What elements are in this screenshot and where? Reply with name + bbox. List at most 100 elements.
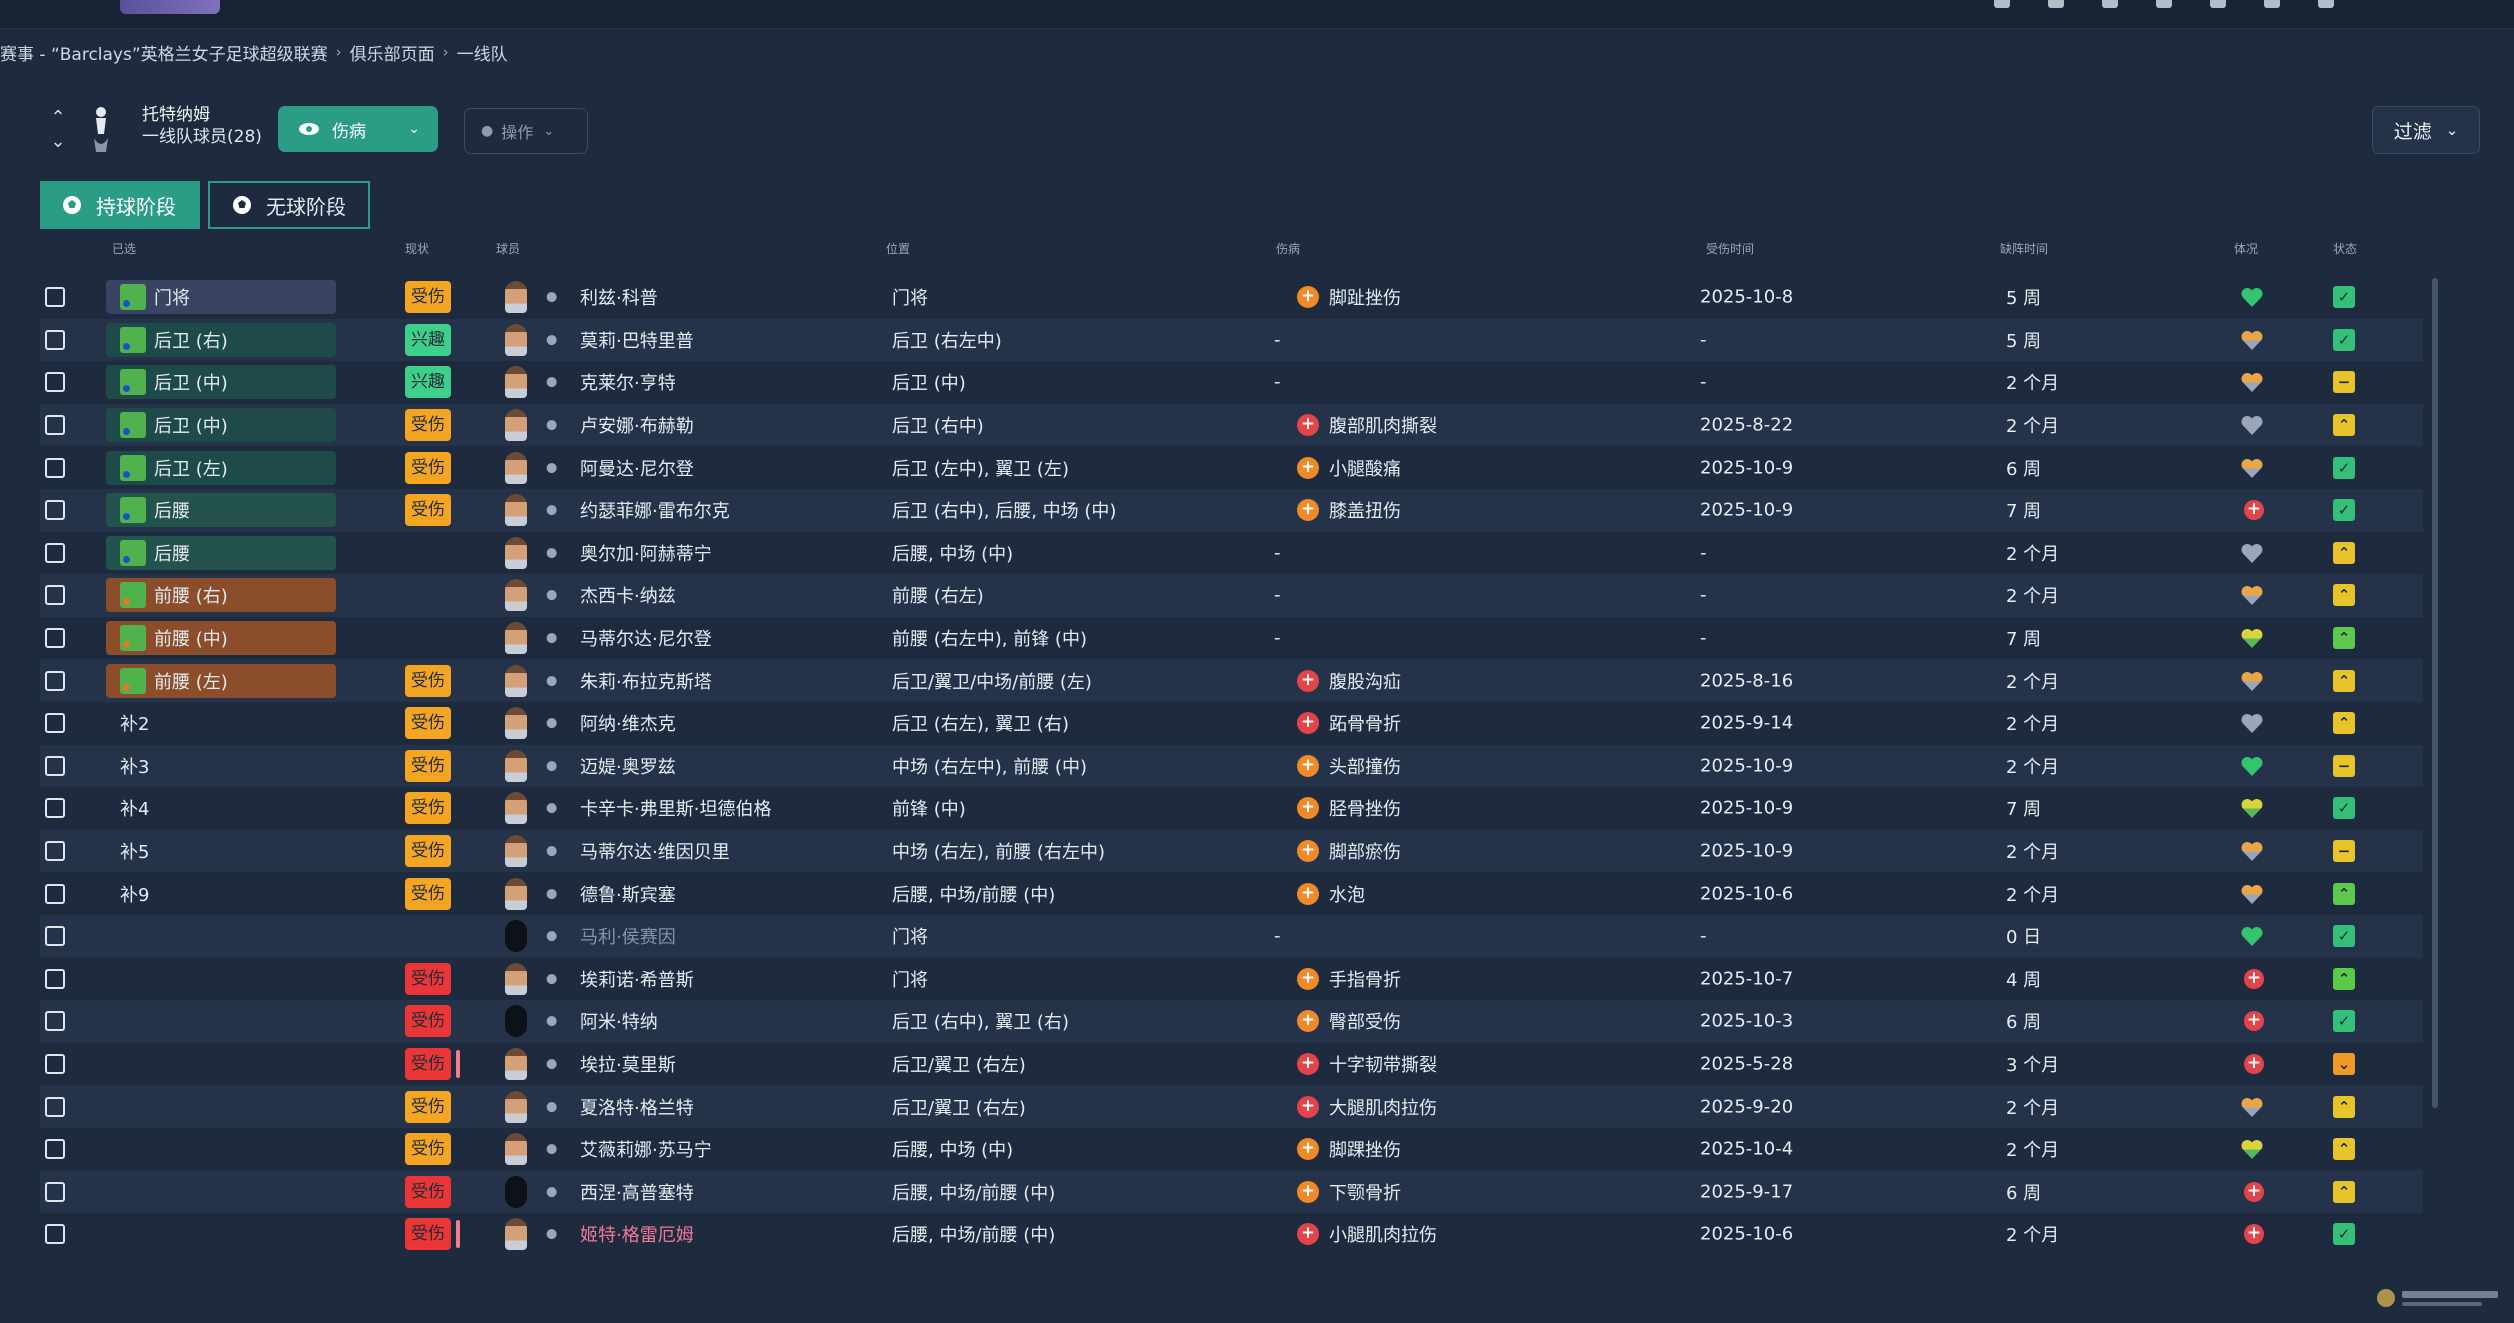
row-select-checkbox[interactable]: [45, 1224, 65, 1245]
lineup-position-slot[interactable]: 补2: [106, 706, 336, 740]
player-name[interactable]: 利兹·科普: [580, 284, 658, 310]
table-row[interactable]: 后腰 受伤 ● 约瑟菲娜·雷布尔克 后卫 (右中), 后腰, 中场 (中) + 膝盖扭伤 20…: [40, 488, 2423, 532]
table-row[interactable]: 前腰 (右) ● 杰西卡·纳兹 前腰 (右左) - - 2 个月 ⌃: [40, 574, 2423, 617]
player-name[interactable]: 克莱尔·亨特: [580, 369, 676, 395]
row-select-checkbox[interactable]: [45, 1011, 65, 1032]
row-select-checkbox[interactable]: [45, 883, 65, 904]
lineup-position-slot[interactable]: 前腰 (左): [106, 663, 336, 698]
search-icon[interactable]: [2156, 0, 2172, 8]
player-name[interactable]: 阿纳·维杰克: [580, 710, 676, 736]
table-row[interactable]: 补9 受伤 ● 德鲁·斯宾塞 后腰, 中场/前腰 (中) + 水泡 2025-10-6 2 个月…: [40, 872, 2423, 915]
column-player[interactable]: 球员: [496, 240, 520, 257]
lineup-position-slot[interactable]: 补9: [106, 877, 336, 911]
injury-cell[interactable]: + 脚踝挫伤: [1297, 1136, 1401, 1162]
injury-cell[interactable]: + 小腿肌肉拉伤: [1297, 1221, 1437, 1247]
lineup-position-slot[interactable]: [106, 1175, 336, 1209]
player-name[interactable]: 卢安娜·布赫勒: [580, 412, 694, 438]
row-select-checkbox[interactable]: [45, 542, 65, 563]
lineup-position-slot[interactable]: 前腰 (右): [106, 578, 336, 613]
row-select-checkbox[interactable]: [45, 1053, 65, 1074]
chevron-down-icon[interactable]: ⌄: [46, 130, 70, 154]
table-row[interactable]: 补3 受伤 ● 迈媞·奥罗兹 中场 (右左中), 前腰 (中) + 头部撞伤 2025-10-…: [40, 744, 2423, 788]
view-selector-button[interactable]: 伤病 ⌄: [278, 106, 438, 152]
lineup-position-slot[interactable]: [106, 1132, 336, 1166]
table-row[interactable]: ● 马利·侯赛因 门将 - - 0 日 ✓: [40, 914, 2423, 958]
table-row[interactable]: 后卫 (中) 兴趣 ● 克莱尔·亨特 后卫 (中) - - 2 个月 −: [40, 361, 2423, 404]
row-select-checkbox[interactable]: [45, 372, 65, 393]
table-row[interactable]: 后腰 ● 奥尔加·阿赫蒂宁 后腰, 中场 (中) - - 2 个月 ⌃: [40, 532, 2423, 575]
column-injury-date[interactable]: 受伤时间: [1706, 240, 1754, 257]
injury-cell[interactable]: + 脚部瘀伤: [1297, 838, 1401, 864]
player-name[interactable]: 艾薇莉娜·苏马宁: [580, 1136, 712, 1162]
injury-cell[interactable]: + 膝盖扭伤: [1297, 497, 1401, 523]
row-select-checkbox[interactable]: [45, 1139, 65, 1160]
column-selected[interactable]: 已选: [112, 240, 136, 257]
lineup-position-slot[interactable]: 后卫 (右): [106, 322, 336, 357]
game-logo[interactable]: [120, 0, 220, 14]
table-row[interactable]: 补4 受伤 ● 卡辛卡·弗里斯·坦德伯格 前锋 (中) + 胫骨挫伤 2025-10-9 7 周…: [40, 787, 2423, 830]
table-row[interactable]: 后卫 (右) 兴趣 ● 莫莉·巴特里普 后卫 (右左中) - - 5 周 ✓: [40, 318, 2423, 362]
player-name[interactable]: 德鲁·斯宾塞: [580, 881, 676, 907]
row-select-checkbox[interactable]: [45, 329, 65, 350]
injury-cell[interactable]: + 臀部受伤: [1297, 1008, 1401, 1034]
player-name[interactable]: 埃拉·莫里斯: [580, 1051, 676, 1077]
breadcrumb-club[interactable]: 俱乐部页面: [350, 40, 435, 65]
refresh-icon[interactable]: [2210, 0, 2226, 8]
row-select-checkbox[interactable]: [45, 755, 65, 776]
lineup-position-slot[interactable]: [106, 1090, 336, 1124]
lineup-position-slot[interactable]: 后卫 (中): [106, 365, 336, 400]
row-select-checkbox[interactable]: [45, 500, 65, 521]
tab-out-of-possession[interactable]: 无球阶段: [208, 181, 370, 229]
table-row[interactable]: 前腰 (左) 受伤 ● 朱莉·布拉克斯塔 后卫/翼卫/中场/前腰 (左) + 腹股沟疝 202…: [40, 659, 2423, 702]
row-select-checkbox[interactable]: [45, 1096, 65, 1117]
player-name[interactable]: 西涅·高普塞特: [580, 1179, 694, 1205]
player-name[interactable]: 朱莉·布拉克斯塔: [580, 668, 712, 694]
chat-icon[interactable]: [1994, 0, 2010, 8]
row-select-checkbox[interactable]: [45, 798, 65, 819]
table-row[interactable]: 后卫 (中) 受伤 ● 卢安娜·布赫勒 后卫 (右中) + 腹部肌肉撕裂 2025-8-22 2…: [40, 403, 2423, 447]
player-name[interactable]: 马利·侯赛因: [580, 923, 676, 949]
player-name[interactable]: 夏洛特·格兰特: [580, 1094, 694, 1120]
table-row[interactable]: 受伤 ● 埃拉·莫里斯 后卫/翼卫 (右左) + 十字韧带撕裂 2025-5-28 3 个月 +…: [40, 1043, 2423, 1086]
row-select-checkbox[interactable]: [45, 713, 65, 734]
player-name[interactable]: 约瑟菲娜·雷布尔克: [580, 497, 730, 523]
injury-cell[interactable]: + 头部撞伤: [1297, 753, 1401, 779]
lineup-position-slot[interactable]: 补5: [106, 834, 336, 868]
lineup-position-slot[interactable]: 后腰: [106, 493, 336, 528]
table-row[interactable]: 受伤 ● 埃莉诺·希普斯 门将 + 手指骨折 2025-10-7 4 周 + ⌃: [40, 958, 2423, 1001]
table-row[interactable]: 受伤 ● 阿米·特纳 后卫 (右中), 翼卫 (右) + 臀部受伤 2025-10-3 6 周…: [40, 1000, 2423, 1043]
row-select-checkbox[interactable]: [45, 585, 65, 606]
lineup-position-slot[interactable]: [106, 1217, 336, 1251]
injury-cell[interactable]: + 大腿肌肉拉伤: [1297, 1094, 1437, 1120]
row-select-checkbox[interactable]: [45, 926, 65, 947]
table-row[interactable]: 后卫 (左) 受伤 ● 阿曼达·尼尔登 后卫 (左中), 翼卫 (左) + 小腿酸痛 2025…: [40, 446, 2423, 489]
row-select-checkbox[interactable]: [45, 415, 65, 436]
row-select-checkbox[interactable]: [45, 628, 65, 649]
player-name[interactable]: 马蒂尔达·维因贝里: [580, 838, 730, 864]
player-name[interactable]: 莫莉·巴特里普: [580, 327, 694, 353]
table-row[interactable]: 受伤 ● 姬特·格雷厄姆 后腰, 中场/前腰 (中) + 小腿肌肉拉伤 2025-10-6 2…: [40, 1213, 2423, 1256]
injury-cell[interactable]: + 胫骨挫伤: [1297, 795, 1401, 821]
injury-cell[interactable]: + 腹部肌肉撕裂: [1297, 412, 1437, 438]
lineup-position-slot[interactable]: 后腰: [106, 535, 336, 570]
tab-in-possession[interactable]: 持球阶段: [40, 181, 200, 229]
lineup-position-slot[interactable]: [106, 919, 336, 953]
column-condition[interactable]: 体况: [2234, 240, 2258, 257]
player-name[interactable]: 阿曼达·尼尔登: [580, 455, 694, 481]
column-status[interactable]: 状态: [2333, 240, 2357, 257]
notes-icon[interactable]: [2102, 0, 2118, 8]
lineup-position-slot[interactable]: 后卫 (左): [106, 450, 336, 485]
column-injury[interactable]: 伤病: [1276, 240, 1300, 257]
lineup-position-slot[interactable]: [106, 1047, 336, 1081]
column-absence[interactable]: 缺阵时间: [2000, 240, 2048, 257]
injury-cell[interactable]: + 水泡: [1297, 881, 1365, 907]
table-row[interactable]: 受伤 ● 西涅·高普塞特 后腰, 中场/前腰 (中) + 下颚骨折 2025-9-17 6 周…: [40, 1170, 2423, 1214]
injury-cell[interactable]: + 脚趾挫伤: [1297, 284, 1401, 310]
player-name[interactable]: 姬特·格雷厄姆: [580, 1221, 694, 1247]
row-select-checkbox[interactable]: [45, 287, 65, 308]
lineup-position-slot[interactable]: 门将: [106, 280, 336, 315]
football-icon[interactable]: [2318, 0, 2334, 8]
lineup-position-slot[interactable]: [106, 962, 336, 996]
lineup-position-slot[interactable]: [106, 1004, 336, 1038]
player-name[interactable]: 马蒂尔达·尼尔登: [580, 625, 712, 651]
